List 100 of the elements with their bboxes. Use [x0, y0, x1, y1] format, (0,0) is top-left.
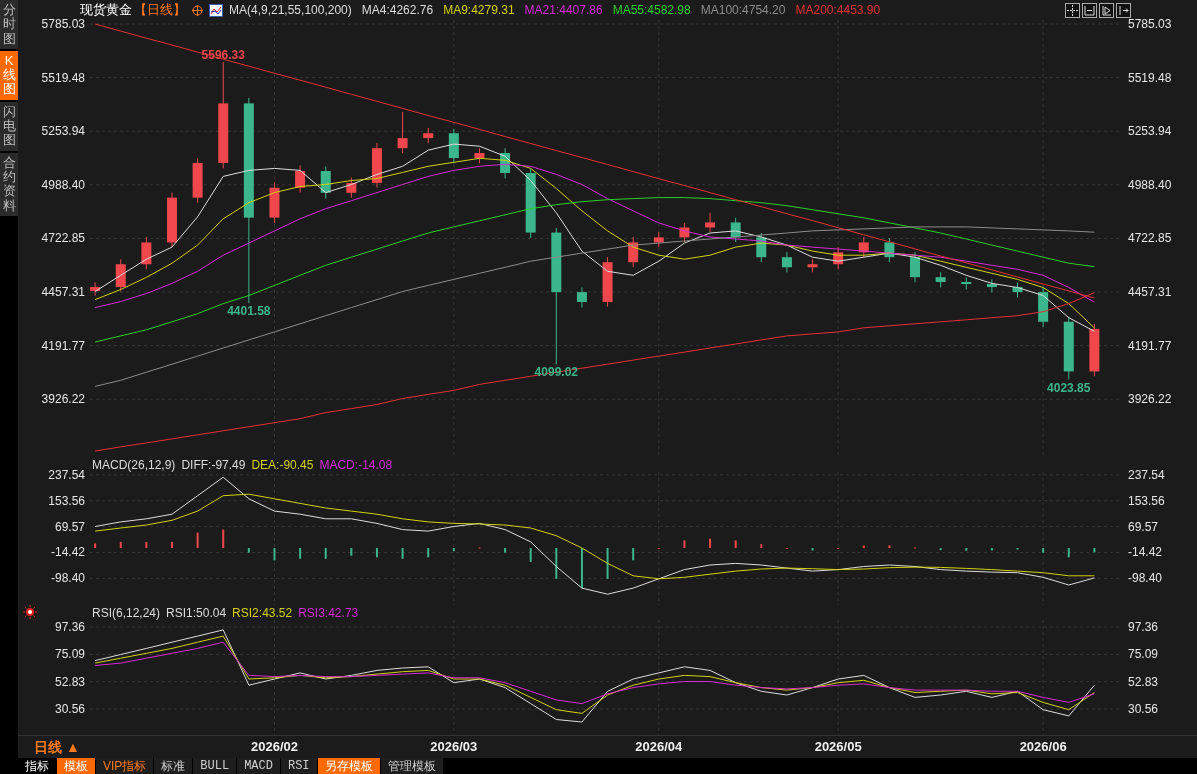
histogram-bar	[401, 548, 404, 559]
exit-icon[interactable]	[1116, 2, 1131, 18]
histogram-bar	[119, 541, 122, 549]
axis-label: 153.56	[1128, 493, 1165, 508]
axis-label: -14.42	[50, 545, 85, 560]
legend-value: :4453.90	[833, 2, 881, 19]
axis-label: 52.83	[54, 674, 85, 689]
candle	[858, 236, 869, 258]
instrument-title: 现货黄金	[80, 1, 132, 19]
legend-label: MA21	[524, 2, 556, 19]
legend-value: :42.73	[324, 604, 359, 622]
histogram-bar	[555, 548, 558, 579]
axis-label: 5785.03	[1128, 17, 1172, 32]
histogram-bar	[350, 548, 353, 556]
axis-label: 4988.40	[41, 177, 85, 192]
indicator-tab[interactable]: BULL	[193, 758, 237, 774]
candle	[397, 111, 408, 154]
candle	[115, 258, 126, 292]
histogram-bar	[273, 548, 276, 561]
candle	[679, 222, 690, 243]
axis-label: -98.40	[1128, 571, 1163, 586]
candle	[730, 217, 741, 243]
candle	[525, 167, 536, 239]
histogram-bar	[427, 548, 430, 558]
indicator-tab[interactable]: MACD	[237, 758, 280, 774]
indicator-tab[interactable]: 标准	[154, 758, 193, 774]
candle	[756, 232, 767, 263]
chart-icon[interactable]	[209, 3, 223, 17]
sidebar-tab[interactable]: 分时图	[0, 0, 18, 49]
candle	[986, 278, 997, 293]
histogram-bar	[1042, 548, 1045, 553]
axis-label: 97.36	[54, 620, 85, 635]
legend-value: :43.52	[258, 604, 293, 622]
candle	[141, 236, 152, 270]
histogram-bar	[990, 548, 993, 551]
legend-label: RSI1	[166, 604, 193, 622]
axis-label: 5519.48	[41, 70, 85, 85]
histogram-bar	[632, 548, 635, 561]
date-label: 2026/05	[814, 739, 862, 754]
histogram-bar	[1093, 548, 1096, 553]
crosshair-icon[interactable]	[192, 4, 203, 16]
candle	[935, 271, 946, 288]
legend-title: MA(4,9,21,55,100,200)	[229, 2, 352, 19]
candle	[628, 236, 639, 268]
axis-label: 3926.22	[41, 392, 85, 407]
candle	[1063, 316, 1074, 381]
candle	[961, 276, 972, 290]
candle	[192, 157, 203, 204]
axis-label: 5785.03	[41, 17, 85, 32]
play-icon[interactable]	[1099, 2, 1114, 18]
axis-label: -14.42	[1128, 545, 1163, 560]
histogram-bar	[965, 548, 968, 551]
axis-label: 69.57	[1128, 519, 1159, 534]
period-label: 【日线】	[134, 1, 186, 20]
axis-label: 4191.77	[1128, 338, 1172, 353]
axis-label: 30.56	[54, 702, 85, 717]
sidebar-tab[interactable]: 闪电图	[0, 101, 18, 151]
sun-icon[interactable]	[23, 605, 37, 619]
legend-title: MACD(26,12,9)	[92, 456, 176, 474]
toolbar-button[interactable]: 管理模板	[380, 758, 443, 774]
legend-value: :50.04	[192, 604, 227, 622]
price-label: 5596.33	[201, 48, 245, 63]
axis-label: 75.09	[54, 647, 85, 662]
indicator-tab[interactable]: VIP指标	[96, 758, 154, 774]
histogram-bar	[939, 548, 942, 551]
indicator-tab[interactable]: RSI	[280, 758, 317, 774]
histogram-bar	[504, 548, 507, 553]
histogram-bar	[529, 548, 532, 562]
axis-label: 4191.77	[41, 338, 85, 353]
axis-label: 4722.85	[1128, 231, 1172, 246]
axis-label: 4457.31	[41, 285, 85, 300]
candle	[320, 165, 331, 200]
histogram-bar	[734, 540, 737, 549]
histogram-bar	[709, 538, 712, 549]
candle	[576, 286, 587, 309]
histogram-bar	[811, 548, 814, 551]
axis-label: 5519.48	[1128, 70, 1172, 85]
histogram-bar	[452, 548, 455, 552]
legend-value: :4279.31	[467, 2, 515, 19]
candle	[269, 182, 280, 224]
period-selector[interactable]: 日线 ▲	[34, 739, 80, 755]
axis-label: 5253.94	[1128, 124, 1172, 139]
histogram-bar	[862, 545, 865, 549]
candle	[167, 192, 177, 248]
move-icon[interactable]	[1065, 2, 1080, 18]
histogram-bar	[683, 540, 686, 549]
axis-label: 4722.85	[41, 231, 85, 246]
legend-value: :-97.49	[208, 456, 246, 474]
date-label: 2026/03	[430, 739, 478, 754]
sidebar-tab[interactable]: 合约资料	[0, 152, 18, 216]
candle	[833, 246, 844, 270]
legend-label: DEA	[251, 456, 277, 474]
histogram-bar	[94, 543, 97, 549]
candle	[1089, 323, 1100, 377]
histogram-bar	[324, 548, 327, 559]
legend-title: RSI(6,12,24)	[92, 604, 161, 622]
histogram-bar	[375, 548, 378, 558]
price-label: 4023.85	[1047, 380, 1091, 395]
fit-icon[interactable]	[1082, 2, 1097, 18]
candle	[423, 127, 434, 144]
